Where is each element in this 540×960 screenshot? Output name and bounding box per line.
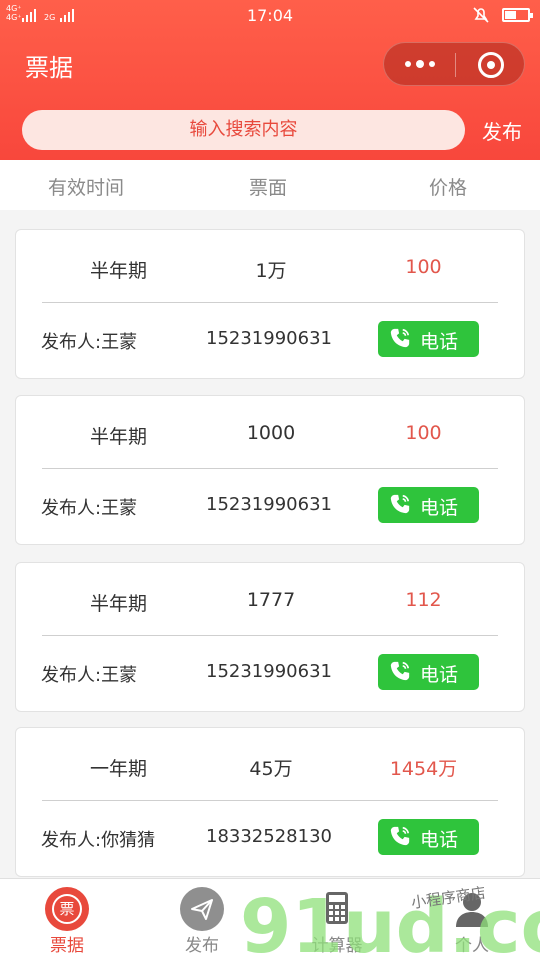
period: 半年期: [89, 426, 147, 448]
mini-program-capsule[interactable]: [383, 42, 525, 86]
list-item[interactable]: 一年期 45万 1454万 发布人:你猜猜 18332528130 电话: [15, 727, 525, 877]
send-icon: [180, 887, 224, 931]
divider: [42, 800, 498, 801]
call-button[interactable]: 电话: [378, 487, 479, 523]
tab-label: 计算器: [311, 936, 363, 956]
column-header-face: 票面: [249, 177, 288, 199]
phone-number: 15231990631: [206, 661, 332, 682]
divider: [42, 302, 498, 303]
tab-calculator[interactable]: 计算器: [287, 879, 387, 960]
phone-number: 15231990631: [206, 328, 332, 349]
battery-icon: [502, 8, 533, 22]
user-icon: [450, 887, 494, 931]
page-title: 票据: [25, 54, 73, 82]
phone-icon: [390, 661, 410, 681]
publish-button[interactable]: 发布: [482, 116, 522, 145]
status-bar: 4G⁺ 4G⁺ 2G 17:04: [0, 0, 540, 30]
face-value: 45万: [249, 758, 293, 780]
period: 半年期: [89, 260, 147, 282]
call-button[interactable]: 电话: [378, 321, 479, 357]
tab-publish[interactable]: 发布: [152, 879, 252, 960]
call-label: 电话: [420, 829, 459, 851]
call-label: 电话: [420, 497, 459, 519]
phone-number: 15231990631: [206, 494, 332, 515]
call-button[interactable]: 电话: [378, 654, 479, 690]
call-button[interactable]: 电话: [378, 819, 479, 855]
price: 1454万: [389, 758, 458, 780]
tab-profile[interactable]: 个人: [422, 879, 522, 960]
ticket-icon: 票: [45, 887, 89, 931]
more-icon[interactable]: [401, 52, 439, 76]
publisher: 发布人:你猜猜: [41, 830, 156, 851]
tab-bar: 票 票据 发布 计算器 个人: [0, 878, 540, 960]
divider: [42, 635, 498, 636]
bell-off-icon: [473, 7, 489, 23]
face-value: 1000: [246, 422, 296, 444]
search-input[interactable]: 输入搜索内容: [22, 110, 465, 150]
call-label: 电话: [420, 331, 459, 353]
column-header-price: 价格: [429, 177, 468, 199]
list-item[interactable]: 半年期 1777 112 发布人:王蒙 15231990631 电话: [15, 562, 525, 712]
tab-label: 个人: [455, 936, 489, 956]
divider: [42, 468, 498, 469]
status-time: 17:04: [246, 6, 294, 25]
column-headers: 有效时间 票面 价格: [0, 160, 540, 210]
tab-label: 票据: [50, 936, 84, 956]
publisher: 发布人:王蒙: [41, 332, 138, 353]
phone-icon: [390, 826, 410, 846]
phone-number: 18332528130: [206, 826, 332, 847]
price: 100: [405, 256, 442, 278]
face-value: 1万: [255, 260, 287, 282]
period: 半年期: [89, 593, 147, 615]
tab-tickets[interactable]: 票 票据: [17, 879, 117, 960]
list-item[interactable]: 半年期 1000 100 发布人:王蒙 15231990631 电话: [15, 395, 525, 545]
list-item[interactable]: 半年期 1万 100 发布人:王蒙 15231990631 电话: [15, 229, 525, 379]
close-target-icon[interactable]: [478, 52, 504, 78]
phone-icon: [390, 494, 410, 514]
price: 112: [405, 589, 442, 611]
period: 一年期: [89, 758, 147, 780]
call-label: 电话: [420, 664, 459, 686]
publisher: 发布人:王蒙: [41, 498, 138, 519]
phone-icon: [390, 328, 410, 348]
tab-label: 发布: [185, 936, 219, 956]
publisher: 发布人:王蒙: [41, 665, 138, 686]
price: 100: [405, 422, 442, 444]
calculator-icon: [315, 887, 359, 931]
face-value: 1777: [246, 589, 296, 611]
column-header-validity: 有效时间: [48, 177, 125, 199]
